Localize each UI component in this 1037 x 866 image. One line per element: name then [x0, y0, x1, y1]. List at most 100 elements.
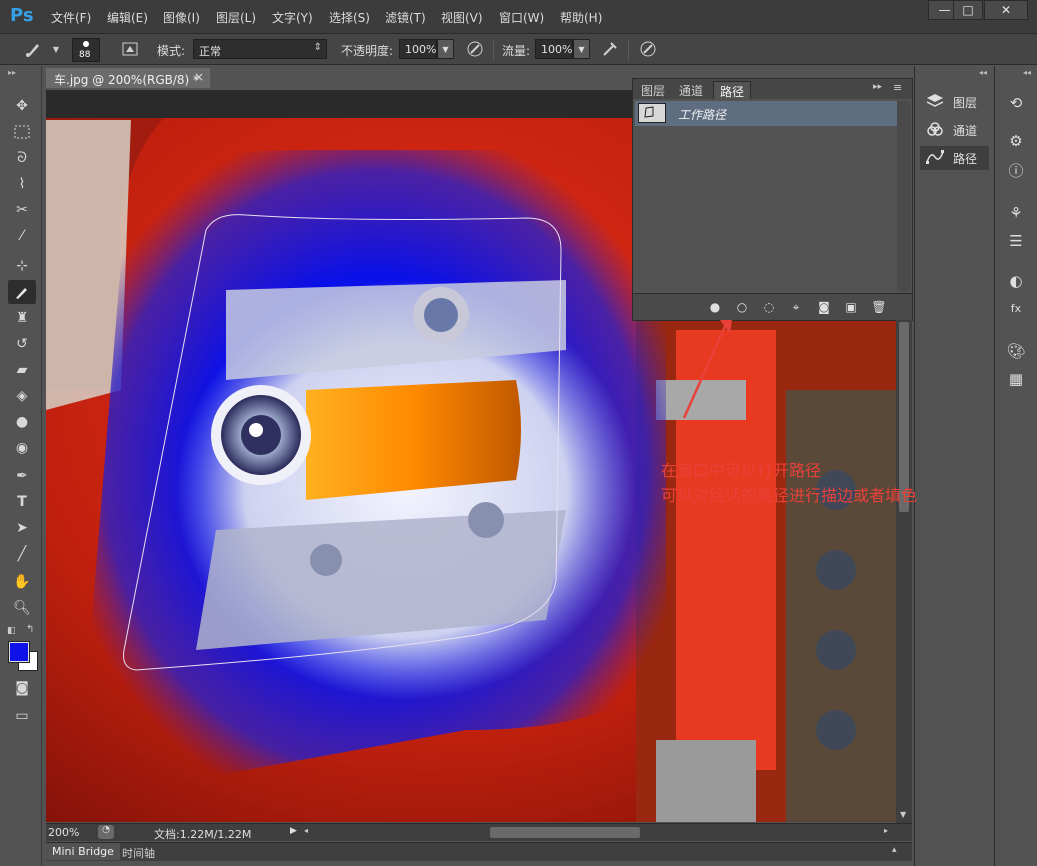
status-menu-arrow-icon[interactable]: ▶	[290, 826, 297, 836]
menu-layer[interactable]: 图层(L)	[216, 9, 256, 26]
delete-path-icon[interactable]: 🗑︎	[870, 298, 888, 316]
flow-dropdown[interactable]: ▼	[573, 39, 590, 59]
tab-layers[interactable]: 图层	[635, 81, 671, 99]
tab-channels[interactable]: 通道	[673, 81, 709, 99]
styles-icon[interactable]: ◐	[1005, 270, 1027, 292]
pressure-size-icon[interactable]	[638, 40, 658, 60]
dodge-tool-icon[interactable]: ◉	[8, 436, 36, 460]
horizontal-scroll-thumb[interactable]	[490, 827, 640, 838]
add-mask-icon[interactable]: ◙	[815, 298, 833, 316]
menu-type[interactable]: 文字(Y)	[272, 9, 313, 26]
chevron-down-icon[interactable]: ▼	[46, 40, 66, 60]
panel-menu-icon[interactable]: ≡	[893, 81, 902, 94]
menu-filter[interactable]: 滤镜(T)	[385, 9, 426, 26]
type-tool-icon[interactable]: T	[8, 490, 36, 514]
paint-bucket-tool-icon[interactable]: ◈	[8, 384, 36, 408]
line-tool-icon[interactable]: ╱	[8, 542, 36, 566]
tab-paths[interactable]: 路径	[713, 81, 752, 99]
opacity-input[interactable]: 100%	[399, 39, 437, 59]
brush-presets-icon[interactable]: ⚘	[1005, 202, 1027, 224]
eyedropper-tool-icon[interactable]: ⁄	[8, 224, 36, 248]
stroke-path-icon[interactable]: ○	[733, 298, 751, 316]
panel-scrollbar[interactable]	[897, 101, 911, 291]
dock-item-label: 图层	[953, 96, 978, 110]
menu-window[interactable]: 窗口(W)	[499, 9, 544, 26]
close-window-button[interactable]: ✕	[984, 0, 1028, 20]
icon-dock: ◂◂ ⟲ ⚙ ⓘ ⚘ ☰ ◐ fx 🎨︎ ▦	[994, 66, 1037, 866]
dock-item-channels[interactable]: 通道	[920, 118, 989, 142]
dock-item-label: 通道	[953, 124, 978, 138]
opacity-dropdown[interactable]: ▼	[437, 39, 454, 59]
menu-help[interactable]: 帮助(H)	[560, 9, 602, 26]
new-path-icon[interactable]: ▣	[842, 298, 860, 316]
collapse-arrows-icon[interactable]: ▸▸	[8, 68, 16, 77]
scroll-left-icon[interactable]: ◂	[304, 826, 308, 835]
quick-select-tool-icon[interactable]: ⌇	[8, 172, 36, 196]
status-options-icon[interactable]: ◔	[98, 825, 114, 839]
grid-icon[interactable]: ▦	[1005, 368, 1027, 390]
hand-tool-icon[interactable]: ✋	[8, 570, 36, 594]
properties-icon[interactable]: ⚙	[1005, 130, 1027, 152]
clone-stamp-tool-icon[interactable]: ♜	[8, 306, 36, 330]
collapse-dock-icon[interactable]: ◂◂	[979, 68, 987, 77]
crop-tool-icon[interactable]: ✂	[8, 198, 36, 222]
blur-tool-icon[interactable]: ●	[8, 410, 36, 434]
menu-view[interactable]: 视图(V)	[441, 9, 483, 26]
flow-input[interactable]: 100%	[535, 39, 573, 59]
opacity-value: 100%	[405, 43, 437, 56]
make-work-path-icon[interactable]: ⌖	[787, 298, 805, 316]
toolbox: ▸▸ ✥ ᘐ ⌇ ✂ ⁄ ⊹ ♜ ↺ ▰ ◈ ● ◉ ✒ T ➤ ╱ ✋ 🔍︎ …	[0, 66, 42, 866]
move-tool-icon[interactable]: ✥	[8, 94, 36, 118]
menu-select[interactable]: 选择(S)	[329, 9, 370, 26]
collapse-panel-icon[interactable]: ▸▸	[873, 82, 882, 92]
history-icon[interactable]: ⟲	[1005, 92, 1027, 114]
bottom-panel-tabs: Mini Bridge 时间轴 ▴	[46, 842, 912, 861]
screen-mode-icon[interactable]: ▭	[8, 704, 36, 728]
swatches-icon[interactable]: 🎨︎	[1005, 340, 1027, 362]
dock-item-label: 路径	[953, 152, 978, 166]
annotation-line-1: 在窗口中可以打开路径	[661, 461, 822, 480]
lasso-tool-icon[interactable]: ᘐ	[8, 146, 36, 170]
history-brush-tool-icon[interactable]: ↺	[8, 332, 36, 356]
menu-edit[interactable]: 编辑(E)	[107, 9, 148, 26]
adjustments-icon[interactable]: ☰	[1005, 230, 1027, 252]
brush-tool-icon[interactable]	[8, 280, 36, 304]
zoom-level[interactable]: 200%	[48, 826, 79, 839]
default-colors-icon[interactable]: ◧	[7, 626, 16, 636]
scroll-down-icon[interactable]: ▼	[900, 810, 906, 819]
marquee-tool-icon[interactable]	[8, 120, 36, 144]
menu-image[interactable]: 图像(I)	[163, 9, 200, 26]
fill-path-icon[interactable]: ●	[706, 298, 724, 316]
menu-file[interactable]: 文件(F)	[51, 9, 91, 26]
load-selection-icon[interactable]: ◌	[760, 298, 778, 316]
mode-select[interactable]: 正常 ⇕	[193, 39, 327, 59]
vertical-scrollbar[interactable]: ▼	[896, 320, 912, 823]
maximize-button[interactable]: □	[953, 0, 983, 20]
collapse-icon-dock-icon[interactable]: ◂◂	[1023, 68, 1031, 77]
pressure-opacity-icon[interactable]	[465, 40, 485, 60]
dock-item-paths[interactable]: 路径	[920, 146, 989, 170]
brush-size-preview[interactable]: 88	[72, 38, 100, 62]
brush-preset-icon[interactable]	[24, 40, 44, 60]
tab-timeline[interactable]: 时间轴	[122, 845, 155, 861]
swap-colors-icon[interactable]: ↰	[26, 624, 34, 635]
collapse-bottom-panel-icon[interactable]: ▴	[892, 845, 897, 855]
eraser-tool-icon[interactable]: ▰	[8, 358, 36, 382]
path-selection-tool-icon[interactable]: ➤	[8, 516, 36, 540]
zoom-tool-icon[interactable]: 🔍︎	[8, 596, 36, 620]
airbrush-icon[interactable]	[600, 40, 620, 60]
scroll-right-icon[interactable]: ▸	[884, 826, 888, 835]
brush-panel-toggle-icon[interactable]	[120, 40, 140, 60]
close-document-button[interactable]: ×	[194, 70, 204, 84]
tab-mini-bridge[interactable]: Mini Bridge	[46, 843, 120, 860]
info-icon[interactable]: ⓘ	[1005, 160, 1027, 182]
foreground-color-swatch[interactable]	[8, 641, 30, 663]
document-tab[interactable]: 车.jpg @ 200%(RGB/8) * ×	[46, 68, 210, 88]
dock-item-layers[interactable]: 图层	[920, 90, 989, 114]
healing-tool-icon[interactable]: ⊹	[8, 254, 36, 278]
path-row-work-path[interactable]: 工作路径	[635, 101, 897, 126]
fx-icon[interactable]: fx	[1005, 298, 1027, 320]
panel-dock: ◂◂ 图层 通道 路径	[914, 66, 993, 866]
quick-mask-icon[interactable]: ◙	[8, 676, 36, 700]
pen-tool-icon[interactable]: ✒	[8, 464, 36, 488]
